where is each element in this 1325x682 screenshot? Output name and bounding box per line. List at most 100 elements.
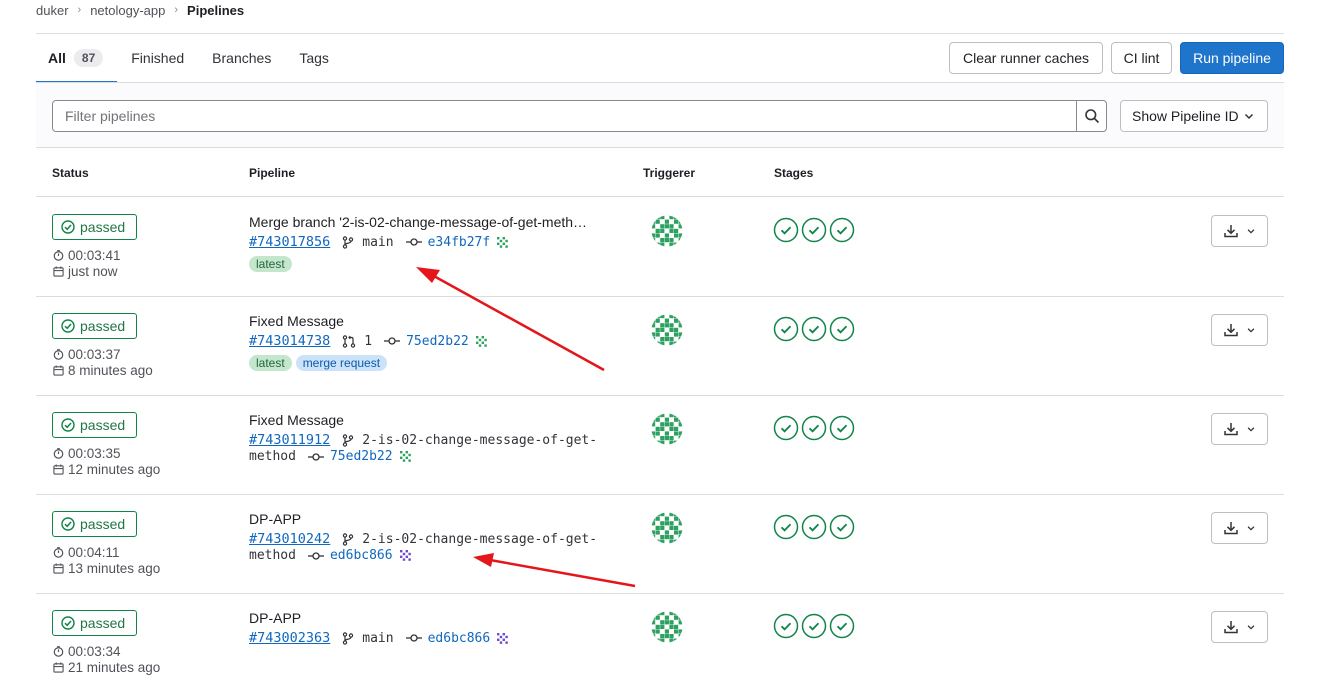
triggerer-avatar[interactable] — [651, 413, 683, 445]
stage-passed-icon[interactable] — [829, 514, 855, 540]
duration: 00:03:37 — [53, 347, 121, 362]
ref-link-continued[interactable]: method — [249, 449, 296, 464]
download-artifacts-button[interactable] — [1211, 611, 1268, 643]
stage-passed-icon[interactable] — [829, 613, 855, 639]
tab-all[interactable]: All 87 — [36, 34, 118, 83]
search-icon — [1084, 109, 1099, 123]
pipeline-labels: latest — [249, 256, 296, 272]
pipeline-id-link[interactable]: #743002363 — [249, 630, 330, 646]
commit-sha-link[interactable]: 75ed2b22 — [406, 334, 469, 349]
pipeline-info: #743010242 2-is-02-change-message-of-get… — [249, 531, 597, 547]
author-avatar[interactable] — [474, 334, 488, 348]
stage-passed-icon[interactable] — [801, 415, 827, 441]
ref-link[interactable]: main — [362, 235, 393, 250]
status-badge[interactable]: passed — [52, 412, 137, 438]
show-pipeline-id-label: Show Pipeline ID — [1132, 108, 1239, 124]
ci-lint-button[interactable]: CI lint — [1111, 42, 1172, 74]
stage-passed-icon[interactable] — [801, 217, 827, 243]
finished-time-value[interactable]: 8 minutes ago — [68, 363, 153, 378]
commit-sha-link[interactable]: 75ed2b22 — [330, 449, 393, 464]
show-pipeline-id-dropdown[interactable]: Show Pipeline ID — [1120, 100, 1268, 132]
filter-pipelines-input[interactable]: Filter pipelines — [52, 100, 1077, 132]
stage-passed-icon[interactable] — [801, 316, 827, 342]
ref-link[interactable]: 2-is-02-change-message-of-get- — [362, 433, 597, 448]
breadcrumb-current[interactable]: Pipelines — [187, 3, 244, 18]
tab-finished[interactable]: Finished — [117, 34, 198, 82]
status-success-icon — [61, 220, 75, 234]
pipeline-tabs: All 87 Finished Branches Tags — [36, 34, 343, 83]
triggerer-avatar[interactable] — [651, 215, 683, 247]
duration-value: 00:03:35 — [68, 446, 121, 461]
download-artifacts-button[interactable] — [1211, 314, 1268, 346]
status-badge[interactable]: passed — [52, 214, 137, 240]
latest-badge: latest — [249, 256, 292, 272]
stage-passed-icon[interactable] — [801, 613, 827, 639]
calendar-icon — [53, 662, 64, 673]
pipeline-id-link[interactable]: #743014738 — [249, 333, 330, 349]
status-badge[interactable]: passed — [52, 511, 137, 537]
pipeline-commit-title[interactable]: Merge branch '2-is-02-change-message-of-… — [249, 214, 587, 230]
pipeline-commit-title[interactable]: DP-APP — [249, 610, 301, 626]
triggerer-avatar[interactable] — [651, 512, 683, 544]
breadcrumb-item-netology-app[interactable]: netology-app — [90, 3, 165, 18]
tab-tags[interactable]: Tags — [285, 34, 343, 82]
stage-passed-icon[interactable] — [773, 415, 799, 441]
chevron-right-icon: › — [77, 4, 82, 16]
ref-link-continued[interactable]: method — [249, 548, 296, 563]
clear-runner-caches-button[interactable]: Clear runner caches — [949, 42, 1103, 74]
duration: 00:03:34 — [53, 644, 121, 659]
stage-passed-icon[interactable] — [829, 316, 855, 342]
merge-request-badge: merge request — [295, 355, 388, 371]
ref-link[interactable]: 2-is-02-change-message-of-get- — [362, 532, 597, 547]
tab-branches[interactable]: Branches — [198, 34, 285, 82]
finished-time-value[interactable]: just now — [68, 264, 118, 279]
status-label: passed — [80, 516, 126, 532]
chevron-right-icon: › — [174, 4, 179, 16]
triggerer-avatar[interactable] — [651, 611, 683, 643]
download-artifacts-button[interactable] — [1211, 512, 1268, 544]
author-avatar[interactable] — [398, 450, 412, 463]
pipeline-id-link[interactable]: #743017856 — [249, 234, 330, 250]
finished-time-value[interactable]: 12 minutes ago — [68, 462, 160, 477]
status-badge[interactable]: passed — [52, 313, 137, 339]
pipeline-commit-title[interactable]: Fixed Message — [249, 412, 344, 428]
status-success-icon — [61, 616, 75, 630]
status-success-icon — [61, 418, 75, 432]
commit-sha-link[interactable]: e34fb27f — [428, 235, 491, 250]
commit-icon — [405, 633, 422, 643]
download-artifacts-button[interactable] — [1211, 413, 1268, 445]
stage-passed-icon[interactable] — [829, 217, 855, 243]
chevron-down-icon — [1246, 226, 1256, 236]
author-avatar[interactable] — [398, 549, 412, 562]
status-badge[interactable]: passed — [52, 610, 137, 636]
pipeline-id-link[interactable]: #743010242 — [249, 531, 330, 547]
search-button[interactable] — [1076, 100, 1107, 132]
commit-icon — [405, 237, 422, 247]
stage-passed-icon[interactable] — [773, 217, 799, 243]
branch-icon — [342, 631, 354, 645]
timer-icon — [53, 349, 64, 360]
breadcrumb-item-duker[interactable]: duker — [36, 3, 69, 18]
download-icon — [1223, 322, 1239, 338]
commit-sha-link[interactable]: ed6bc866 — [330, 548, 393, 563]
download-artifacts-button[interactable] — [1211, 215, 1268, 247]
commit-sha-link[interactable]: ed6bc866 — [428, 631, 491, 646]
ref-link[interactable]: main — [362, 631, 393, 646]
finished-time-value[interactable]: 21 minutes ago — [68, 660, 160, 675]
pipeline-id-link[interactable]: #743011912 — [249, 432, 330, 448]
run-pipeline-button[interactable]: Run pipeline — [1180, 42, 1284, 74]
stage-passed-icon[interactable] — [773, 514, 799, 540]
commit-icon — [384, 336, 401, 346]
triggerer-avatar[interactable] — [651, 314, 683, 346]
stage-passed-icon[interactable] — [829, 415, 855, 441]
finished-time-value[interactable]: 13 minutes ago — [68, 561, 160, 576]
author-avatar[interactable] — [496, 631, 510, 645]
stage-passed-icon[interactable] — [773, 613, 799, 639]
ref-link[interactable]: 1 — [364, 334, 372, 349]
stage-passed-icon[interactable] — [773, 316, 799, 342]
author-avatar[interactable] — [496, 235, 510, 249]
pipeline-commit-title[interactable]: Fixed Message — [249, 313, 344, 329]
pipeline-commit-title[interactable]: DP-APP — [249, 511, 301, 527]
finished-time: 8 minutes ago — [53, 363, 153, 378]
stage-passed-icon[interactable] — [801, 514, 827, 540]
